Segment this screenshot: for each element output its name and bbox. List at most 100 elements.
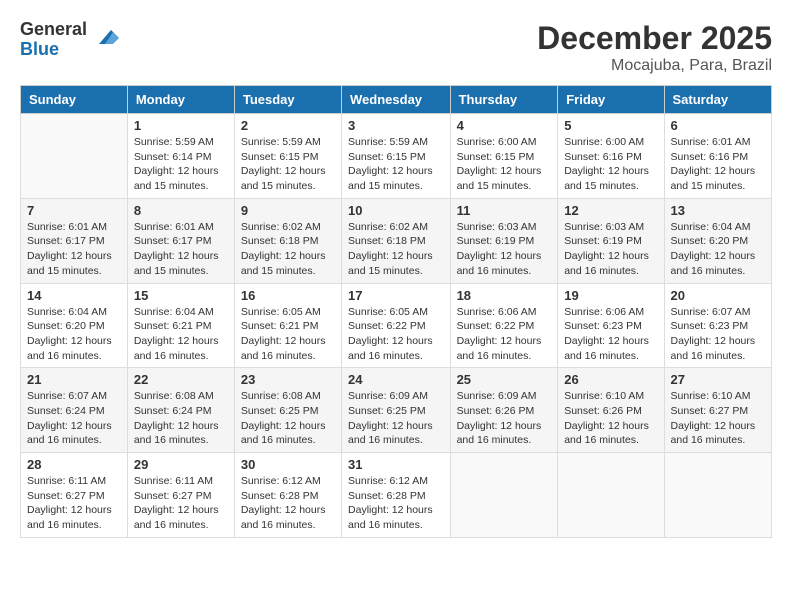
day-number: 14: [27, 288, 121, 303]
weekday-header-wednesday: Wednesday: [342, 86, 451, 114]
day-number: 9: [241, 203, 335, 218]
day-info: Sunrise: 6:00 AM Sunset: 6:16 PM Dayligh…: [564, 135, 657, 194]
calendar-cell: 5Sunrise: 6:00 AM Sunset: 6:16 PM Daylig…: [558, 114, 664, 199]
day-info: Sunrise: 6:07 AM Sunset: 6:24 PM Dayligh…: [27, 389, 121, 448]
calendar-cell: 31 Sunrise: 6:12 AM Sunset: 6:28 PM Dayli…: [342, 453, 451, 538]
day-info: Sunrise: 6:01 AM Sunset: 6:16 PM Dayligh…: [671, 135, 765, 194]
day-number: 10: [348, 203, 444, 218]
day-info: Sunrise: 6:02 AM Sunset: 6:18 PM Dayligh…: [241, 220, 335, 279]
day-number: 19: [564, 288, 657, 303]
calendar-cell: 28 Sunrise: 6:11 AM Sunset: 6:27 PM Dayli…: [21, 453, 128, 538]
day-number: 26: [564, 372, 657, 387]
day-number: 15: [134, 288, 228, 303]
weekday-header-row: SundayMondayTuesdayWednesdayThursdayFrid…: [21, 86, 772, 114]
day-number: 31: [348, 457, 444, 472]
day-number: 1: [134, 118, 228, 133]
day-info: Sunrise: 6:08 AM Sunset: 6:25 PM Dayligh…: [241, 389, 335, 448]
logo-icon: [91, 22, 121, 57]
calendar-cell: 17 Sunrise: 6:05 AM Sunset: 6:22 PM Dayli…: [342, 283, 451, 368]
day-number: 4: [457, 118, 552, 133]
day-number: 28: [27, 457, 121, 472]
day-info: Sunrise: 6:04 AM Sunset: 6:21 PM Dayligh…: [134, 305, 228, 364]
calendar-cell: 21 Sunrise: 6:07 AM Sunset: 6:24 PM Dayli…: [21, 368, 128, 453]
day-number: 7: [27, 203, 121, 218]
calendar-cell: 7Sunrise: 6:01 AM Sunset: 6:17 PM Daylig…: [21, 198, 128, 283]
day-info: Sunrise: 6:03 AM Sunset: 6:19 PM Dayligh…: [457, 220, 552, 279]
day-number: 27: [671, 372, 765, 387]
calendar-cell: 25Sunrise: 6:09 AM Sunset: 6:26 PM Dayli…: [450, 368, 558, 453]
calendar-cell: 18 Sunrise: 6:06 AM Sunset: 6:22 PM Dayli…: [450, 283, 558, 368]
calendar-week-row: 28 Sunrise: 6:11 AM Sunset: 6:27 PM Dayli…: [21, 453, 772, 538]
day-info: Sunrise: 6:09 AM Sunset: 6:25 PM Dayligh…: [348, 389, 444, 448]
calendar-week-row: 1 Sunrise: 5:59 AM Sunset: 6:14 PM Daylig…: [21, 114, 772, 199]
day-number: 23: [241, 372, 335, 387]
calendar-cell: 22 Sunrise: 6:08 AM Sunset: 6:24 PM Dayli…: [127, 368, 234, 453]
calendar-cell: 4 Sunrise: 6:00 AM Sunset: 6:15 PM Daylig…: [450, 114, 558, 199]
month-title: December 2025: [537, 20, 772, 57]
weekday-header-saturday: Saturday: [664, 86, 771, 114]
day-info: Sunrise: 6:02 AM Sunset: 6:18 PM Dayligh…: [348, 220, 444, 279]
calendar-cell: 26 Sunrise: 6:10 AM Sunset: 6:26 PM Dayli…: [558, 368, 664, 453]
day-number: 6: [671, 118, 765, 133]
day-info: Sunrise: 6:03 AM Sunset: 6:19 PM Dayligh…: [564, 220, 657, 279]
day-number: 12: [564, 203, 657, 218]
day-info: Sunrise: 6:06 AM Sunset: 6:22 PM Dayligh…: [457, 305, 552, 364]
day-number: 2: [241, 118, 335, 133]
day-info: Sunrise: 6:05 AM Sunset: 6:21 PM Dayligh…: [241, 305, 335, 364]
day-number: 16: [241, 288, 335, 303]
calendar-cell: 14 Sunrise: 6:04 AM Sunset: 6:20 PM Dayli…: [21, 283, 128, 368]
day-info: Sunrise: 6:04 AM Sunset: 6:20 PM Dayligh…: [27, 305, 121, 364]
day-info: Sunrise: 6:12 AM Sunset: 6:28 PM Dayligh…: [348, 474, 444, 533]
day-info: Sunrise: 6:11 AM Sunset: 6:27 PM Dayligh…: [27, 474, 121, 533]
day-info: Sunrise: 5:59 AM Sunset: 6:14 PM Dayligh…: [134, 135, 228, 194]
day-info: Sunrise: 6:05 AM Sunset: 6:22 PM Dayligh…: [348, 305, 444, 364]
calendar-cell: 23 Sunrise: 6:08 AM Sunset: 6:25 PM Dayli…: [234, 368, 341, 453]
day-number: 24: [348, 372, 444, 387]
calendar-cell: 3 Sunrise: 5:59 AM Sunset: 6:15 PM Daylig…: [342, 114, 451, 199]
calendar-cell: [558, 453, 664, 538]
weekday-header-friday: Friday: [558, 86, 664, 114]
day-number: 3: [348, 118, 444, 133]
day-info: Sunrise: 6:06 AM Sunset: 6:23 PM Dayligh…: [564, 305, 657, 364]
day-info: Sunrise: 6:07 AM Sunset: 6:23 PM Dayligh…: [671, 305, 765, 364]
day-number: 22: [134, 372, 228, 387]
calendar-cell: 16 Sunrise: 6:05 AM Sunset: 6:21 PM Dayli…: [234, 283, 341, 368]
day-info: Sunrise: 6:10 AM Sunset: 6:26 PM Dayligh…: [564, 389, 657, 448]
calendar-cell: 8 Sunrise: 6:01 AM Sunset: 6:17 PM Daylig…: [127, 198, 234, 283]
day-info: Sunrise: 5:59 AM Sunset: 6:15 PM Dayligh…: [348, 135, 444, 194]
day-info: Sunrise: 6:00 AM Sunset: 6:15 PM Dayligh…: [457, 135, 552, 194]
day-info: Sunrise: 6:12 AM Sunset: 6:28 PM Dayligh…: [241, 474, 335, 533]
logo-general: General: [20, 20, 87, 40]
calendar-cell: 29Sunrise: 6:11 AM Sunset: 6:27 PM Dayli…: [127, 453, 234, 538]
day-info: Sunrise: 5:59 AM Sunset: 6:15 PM Dayligh…: [241, 135, 335, 194]
calendar-table: SundayMondayTuesdayWednesdayThursdayFrid…: [20, 85, 772, 538]
calendar-cell: 9 Sunrise: 6:02 AM Sunset: 6:18 PM Daylig…: [234, 198, 341, 283]
logo: General Blue: [20, 20, 121, 60]
weekday-header-tuesday: Tuesday: [234, 86, 341, 114]
day-number: 17: [348, 288, 444, 303]
calendar-cell: 30Sunrise: 6:12 AM Sunset: 6:28 PM Dayli…: [234, 453, 341, 538]
weekday-header-thursday: Thursday: [450, 86, 558, 114]
calendar-cell: 12 Sunrise: 6:03 AM Sunset: 6:19 PM Dayli…: [558, 198, 664, 283]
day-info: Sunrise: 6:11 AM Sunset: 6:27 PM Dayligh…: [134, 474, 228, 533]
calendar-cell: 20 Sunrise: 6:07 AM Sunset: 6:23 PM Dayli…: [664, 283, 771, 368]
day-info: Sunrise: 6:04 AM Sunset: 6:20 PM Dayligh…: [671, 220, 765, 279]
day-info: Sunrise: 6:01 AM Sunset: 6:17 PM Dayligh…: [134, 220, 228, 279]
calendar-cell: 10 Sunrise: 6:02 AM Sunset: 6:18 PM Dayli…: [342, 198, 451, 283]
day-number: 8: [134, 203, 228, 218]
day-number: 21: [27, 372, 121, 387]
calendar-week-row: 21 Sunrise: 6:07 AM Sunset: 6:24 PM Dayli…: [21, 368, 772, 453]
day-info: Sunrise: 6:08 AM Sunset: 6:24 PM Dayligh…: [134, 389, 228, 448]
calendar-cell: [450, 453, 558, 538]
calendar-cell: [21, 114, 128, 199]
logo-blue: Blue: [20, 40, 87, 60]
calendar-cell: 27 Sunrise: 6:10 AM Sunset: 6:27 PM Dayli…: [664, 368, 771, 453]
page-header: General Blue December 2025 Mocajuba, Par…: [20, 20, 772, 75]
day-info: Sunrise: 6:10 AM Sunset: 6:27 PM Dayligh…: [671, 389, 765, 448]
calendar-cell: 15 Sunrise: 6:04 AM Sunset: 6:21 PM Dayli…: [127, 283, 234, 368]
day-number: 20: [671, 288, 765, 303]
day-number: 13: [671, 203, 765, 218]
day-number: 18: [457, 288, 552, 303]
day-number: 25: [457, 372, 552, 387]
calendar-cell: 24 Sunrise: 6:09 AM Sunset: 6:25 PM Dayli…: [342, 368, 451, 453]
